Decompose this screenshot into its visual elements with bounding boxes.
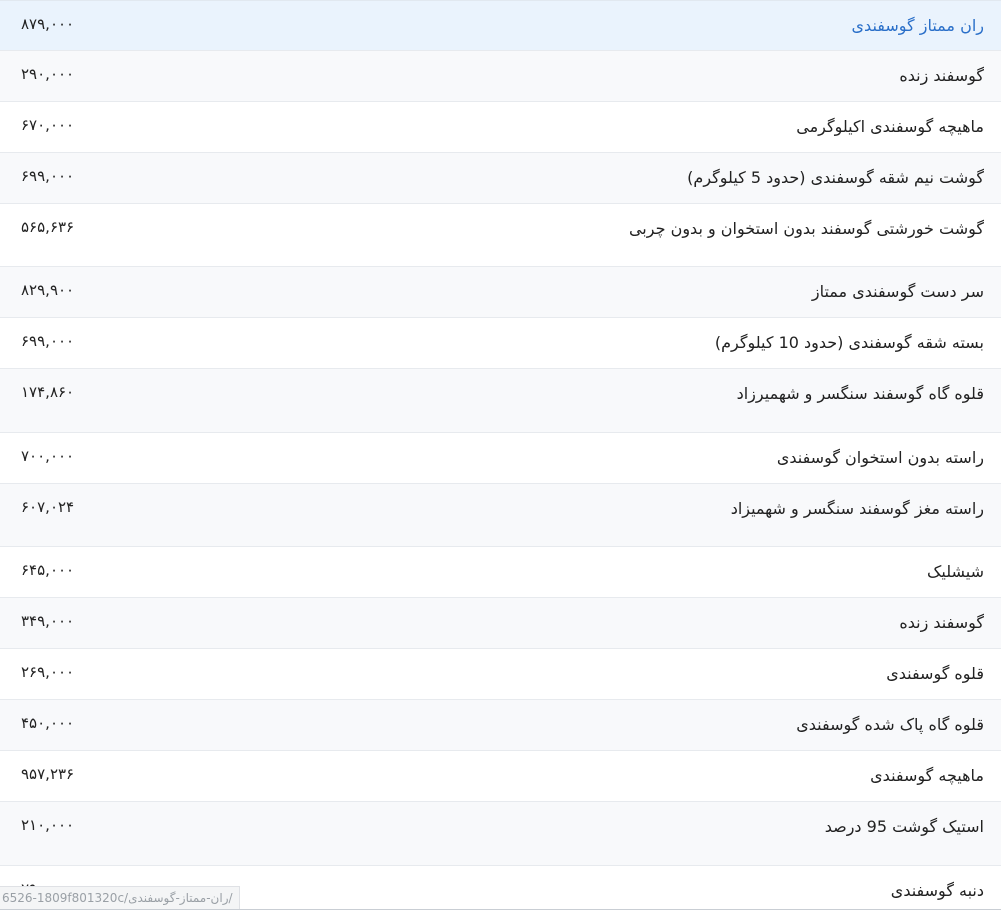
product-price: ۲۹۰,۰۰۰: [21, 65, 75, 83]
table-row[interactable]: ماهیچه گوسفندی اکیلوگرمی ۶۷۰,۰۰۰: [0, 102, 1001, 153]
table-row[interactable]: استیک گوشت 95 درصد ۲۱۰,۰۰۰: [0, 802, 1001, 866]
table-row[interactable]: ماهیچه گوسفندی ۹۵۷,۲۳۶: [0, 751, 1001, 802]
product-price: ۶۷۰,۰۰۰: [21, 116, 75, 134]
product-price: ۶۹۹,۰۰۰: [21, 332, 75, 350]
table-row[interactable]: راسته بدون استخوان گوسفندی ۷۰۰,۰۰۰: [0, 433, 1001, 484]
table-row[interactable]: گوسفند زنده ۲۹۰,۰۰۰: [0, 51, 1001, 102]
table-row[interactable]: گوسفند زنده ۳۴۹,۰۰۰: [0, 598, 1001, 649]
product-name[interactable]: قلوه گاه پاک شده گوسفندی: [796, 714, 984, 736]
product-price: ۲۱۰,۰۰۰: [21, 816, 75, 834]
status-bar-url: 6526-1809f801320c/ران-ممتاز-گوسفندی/: [0, 886, 240, 909]
product-price: ۷۰۰,۰۰۰: [21, 447, 75, 465]
table-row[interactable]: قلوه گاه پاک شده گوسفندی ۴۵۰,۰۰۰: [0, 700, 1001, 751]
table-row[interactable]: ران ممتاز گوسفندی ۸۷۹,۰۰۰: [0, 0, 1001, 51]
product-name[interactable]: شیشلیک: [927, 561, 984, 583]
table-row[interactable]: گوشت خورشتی گوسفند بدون استخوان و بدون چ…: [0, 204, 1001, 267]
product-name[interactable]: راسته مغز گوسفند سنگسر و شهمیزاد: [731, 498, 984, 520]
product-price: ۴۵۰,۰۰۰: [21, 714, 75, 732]
product-name[interactable]: بسته شقه گوسفندی (حدود 10 کیلوگرم): [715, 332, 984, 354]
product-price: ۱۷۴,۸۶۰: [21, 383, 75, 401]
product-price: ۹۵۷,۲۳۶: [21, 765, 75, 783]
product-name[interactable]: قلوه گاه گوسفند سنگسر و شهمیرزاد: [737, 383, 984, 405]
product-name[interactable]: گوشت نیم شقه گوسفندی (حدود 5 کیلوگرم): [687, 167, 984, 189]
product-name[interactable]: ماهیچه گوسفندی اکیلوگرمی: [796, 116, 984, 138]
product-price: ۳۴۹,۰۰۰: [21, 612, 75, 630]
product-price: ۲۶۹,۰۰۰: [21, 663, 75, 681]
table-row[interactable]: گوشت نیم شقه گوسفندی (حدود 5 کیلوگرم) ۶۹…: [0, 153, 1001, 204]
product-price: ۶۹۹,۰۰۰: [21, 167, 75, 185]
product-price: ۵۶۵,۶۳۶: [21, 218, 75, 236]
product-name[interactable]: گوسفند زنده: [899, 65, 984, 87]
product-name[interactable]: ماهیچه گوسفندی: [870, 765, 984, 787]
table-row[interactable]: شیشلیک ۶۴۵,۰۰۰: [0, 547, 1001, 598]
price-table: ران ممتاز گوسفندی ۸۷۹,۰۰۰ گوسفند زنده ۲۹…: [0, 0, 1001, 910]
product-name[interactable]: راسته بدون استخوان گوسفندی: [777, 447, 984, 469]
product-name[interactable]: گوسفند زنده: [899, 612, 984, 634]
table-row[interactable]: قلوه گوسفندی ۲۶۹,۰۰۰: [0, 649, 1001, 700]
product-price: ۶۴۵,۰۰۰: [21, 561, 75, 579]
table-row[interactable]: راسته مغز گوسفند سنگسر و شهمیزاد ۶۰۷,۰۲۴: [0, 484, 1001, 547]
product-name[interactable]: قلوه گوسفندی: [886, 663, 984, 685]
table-row[interactable]: قلوه گاه گوسفند سنگسر و شهمیرزاد ۱۷۴,۸۶۰: [0, 369, 1001, 433]
product-price: ۶۰۷,۰۲۴: [21, 498, 75, 516]
product-price: ۸۲۹,۹۰۰: [21, 281, 75, 299]
product-name[interactable]: گوشت خورشتی گوسفند بدون استخوان و بدون چ…: [629, 218, 984, 240]
product-name[interactable]: استیک گوشت 95 درصد: [825, 816, 984, 838]
product-price: ۸۷۹,۰۰۰: [21, 15, 75, 33]
product-name[interactable]: دنبه گوسفندی: [891, 880, 984, 902]
product-name[interactable]: سر دست گوسفندی ممتاز: [812, 281, 984, 303]
table-row[interactable]: سر دست گوسفندی ممتاز ۸۲۹,۹۰۰: [0, 267, 1001, 318]
table-row[interactable]: بسته شقه گوسفندی (حدود 10 کیلوگرم) ۶۹۹,۰…: [0, 318, 1001, 369]
product-name-link[interactable]: ران ممتاز گوسفندی: [852, 15, 984, 37]
